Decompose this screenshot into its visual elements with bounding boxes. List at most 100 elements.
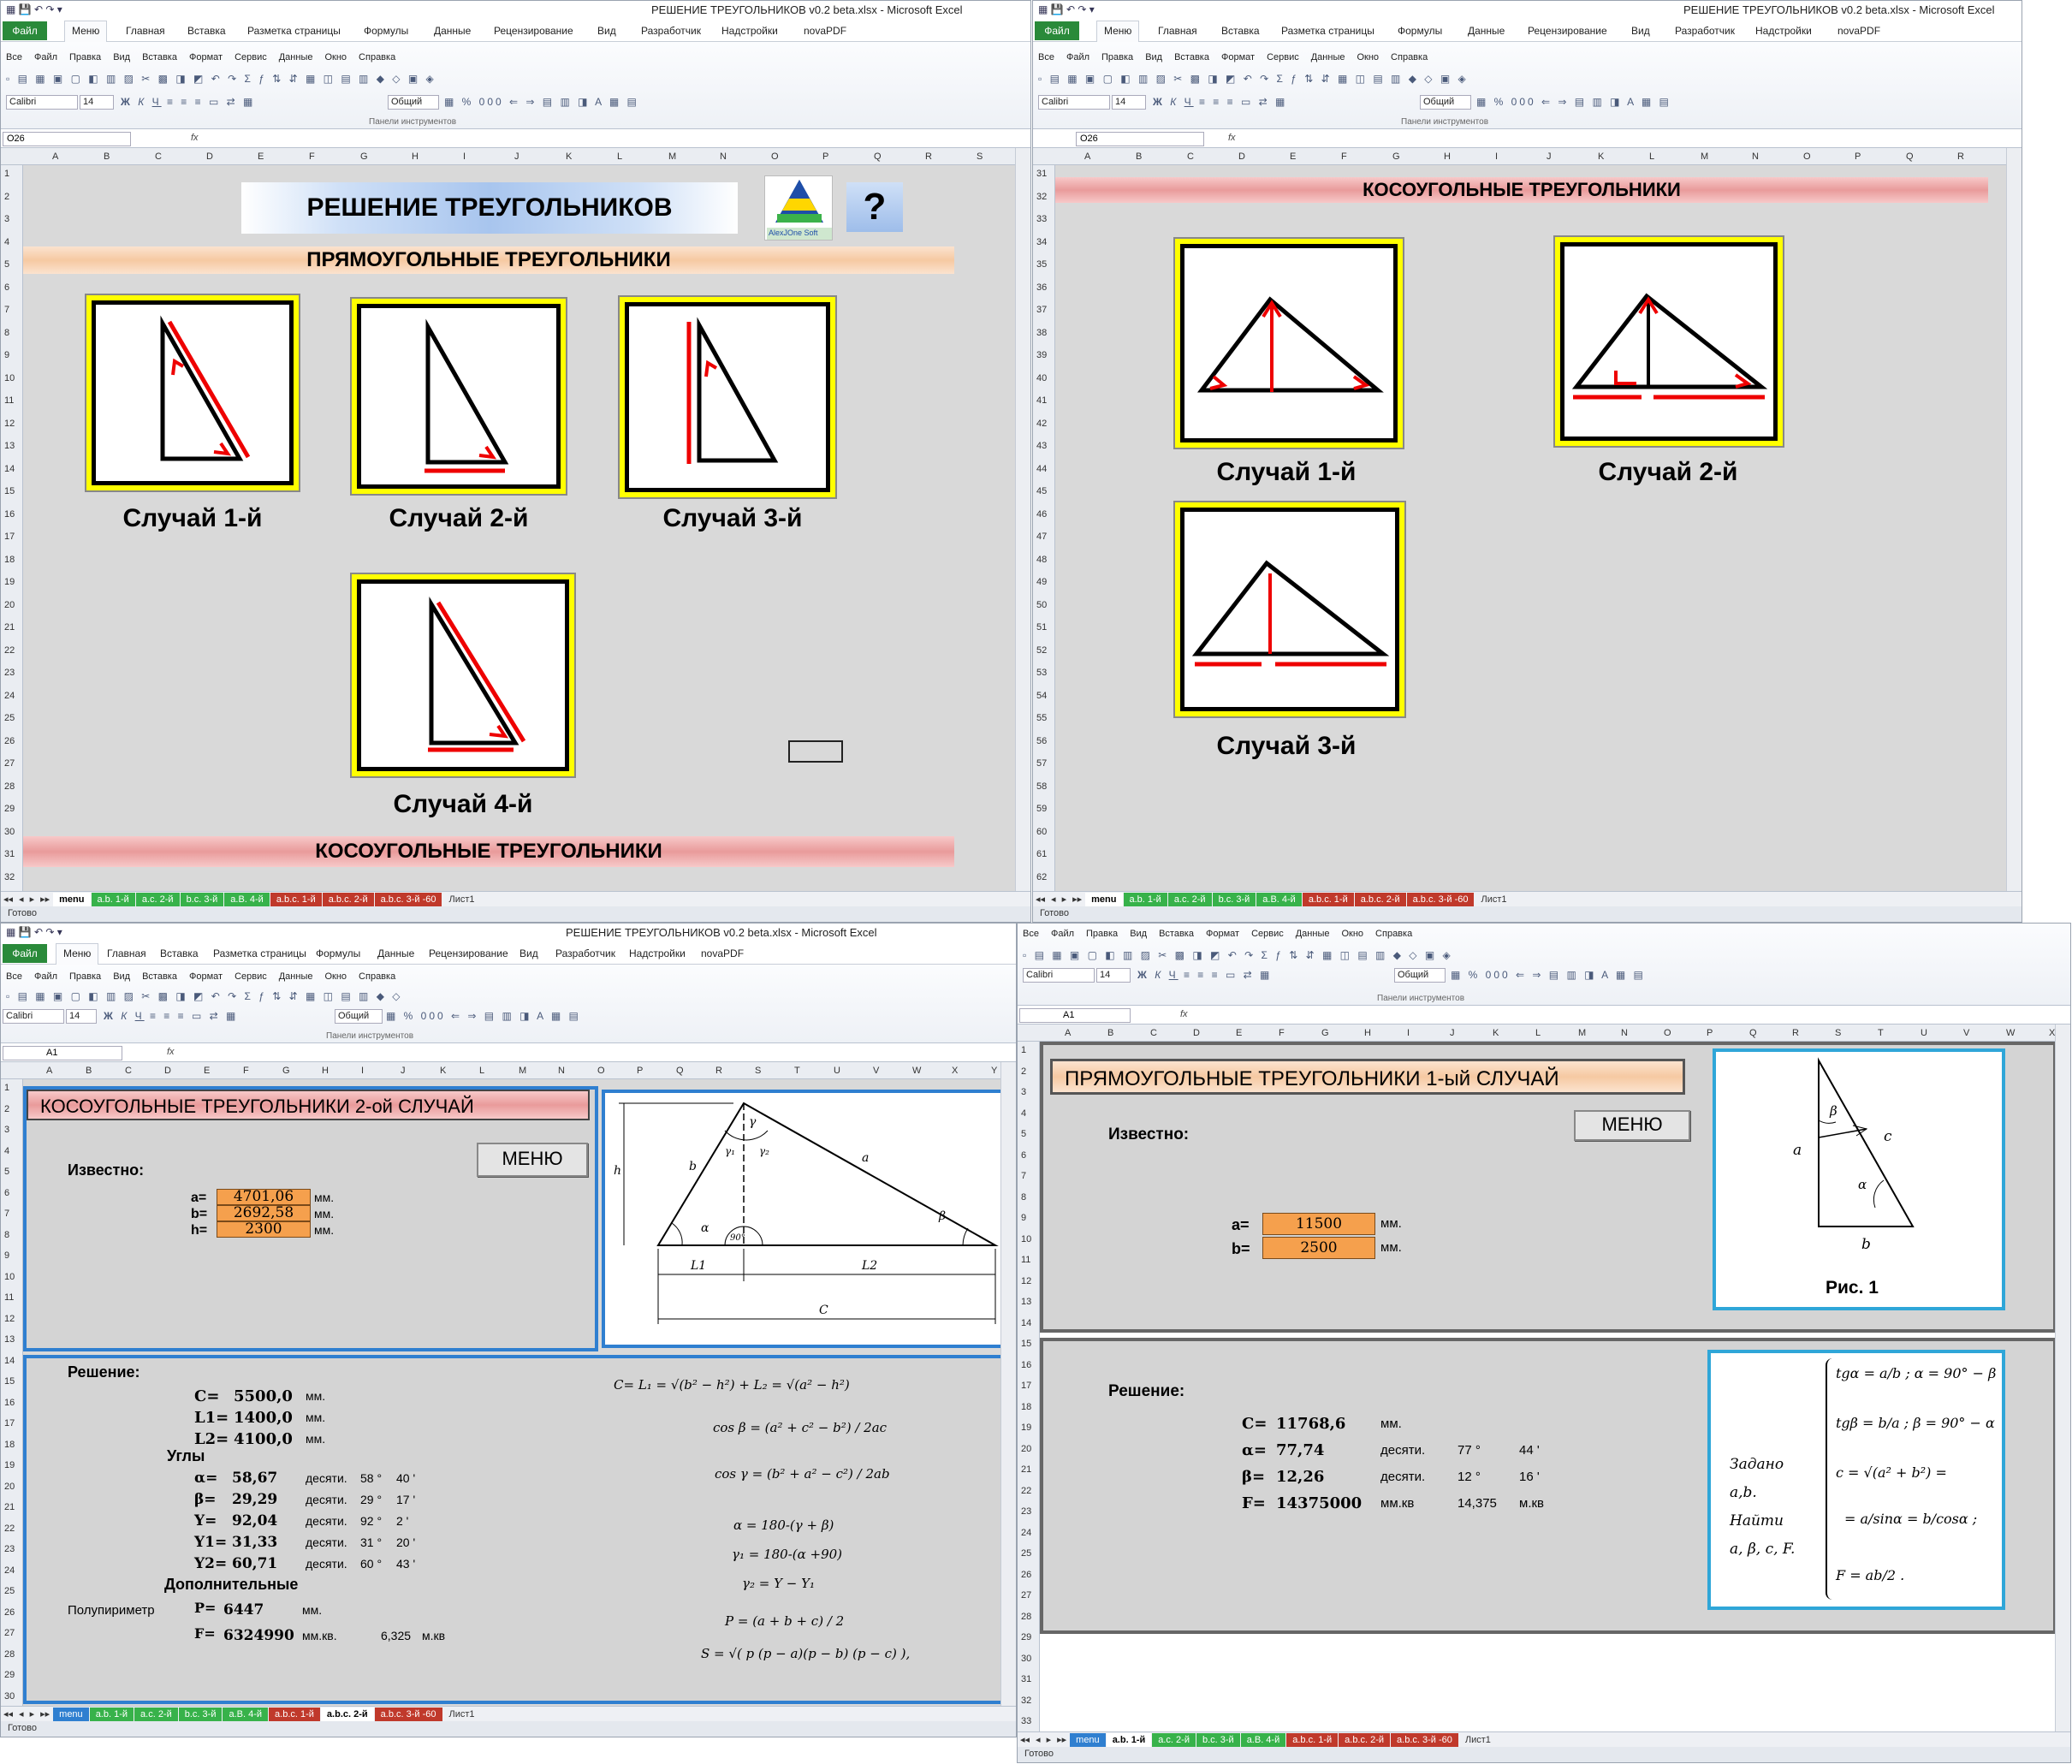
sheet-tab[interactable]: Лист1 — [442, 893, 480, 906]
row-header[interactable]: 42 — [1036, 419, 1047, 429]
row-header[interactable]: 13 — [4, 441, 15, 451]
column-header[interactable]: I — [463, 151, 466, 162]
standard-toolbar[interactable]: ▫ ▤ ▦ ▣ ▢ ◧ ▥ ▨ ✂ ▩ ◨ ◩ ↶ ↷ Σ ƒ ⇅ ⇵ ▦ ◫ … — [1023, 949, 1453, 961]
menu-insert[interactable]: Вставка — [1159, 929, 1194, 939]
column-header[interactable]: A — [1065, 1028, 1071, 1038]
input-field[interactable]: 2500 — [1262, 1237, 1375, 1259]
row-header[interactable]: 21 — [4, 622, 15, 633]
column-header[interactable]: J — [1450, 1028, 1455, 1038]
row-header[interactable]: 57 — [1036, 758, 1047, 769]
row-header[interactable]: 39 — [1036, 350, 1047, 360]
row-header[interactable]: 7 — [4, 1209, 9, 1219]
row-header[interactable]: 9 — [1021, 1213, 1026, 1223]
column-header[interactable]: M — [1701, 151, 1708, 162]
row-header[interactable]: 24 — [1021, 1528, 1031, 1538]
row-header[interactable]: 17 — [4, 1418, 15, 1428]
menu-view[interactable]: Вид — [1130, 929, 1147, 939]
sheet-tab[interactable]: a.b. 1-й — [1106, 1733, 1152, 1747]
help-button[interactable]: ? — [846, 182, 903, 232]
row-header[interactable]: 3 — [1021, 1087, 1026, 1097]
column-header[interactable]: M — [668, 151, 676, 162]
row-header[interactable]: 54 — [1036, 691, 1047, 701]
sheet-tab[interactable]: a.b.c. 1-й — [270, 893, 322, 906]
row-header[interactable]: 32 — [1021, 1696, 1031, 1706]
sheet-tab[interactable]: a.b.c. 1-й — [1286, 1733, 1339, 1747]
sheet-tab[interactable]: menu — [53, 893, 91, 906]
input-field[interactable]: 11500 — [1262, 1213, 1375, 1235]
row-header[interactable]: 16 — [1021, 1360, 1031, 1370]
standard-toolbar[interactable]: ▫ ▤ ▦ ▣ ▢ ◧ ▥ ▨ ✂ ▩ ◨ ◩ ↶ ↷ Σ ƒ ⇅ ⇵ ▦ ◫ … — [1038, 73, 1469, 85]
standard-toolbar[interactable]: ▫ ▤ ▦ ▣ ▢ ◧ ▥ ▨ ✂ ▩ ◨ ◩ ↶ ↷ Σ ƒ ⇅ ⇵ ▦ ◫ … — [6, 990, 403, 1002]
tab-nav-arrow[interactable]: ◂ — [16, 892, 27, 906]
tab-data[interactable]: Данные — [377, 947, 414, 959]
font-size-select[interactable]: 14 — [66, 1009, 97, 1024]
column-header[interactable]: L — [1649, 151, 1654, 162]
column-header[interactable]: E — [1236, 1028, 1242, 1038]
row-header[interactable]: 47 — [1036, 532, 1047, 542]
column-header[interactable]: J — [514, 151, 519, 162]
menu-window[interactable]: Окно — [324, 52, 347, 62]
row-header[interactable]: 18 — [4, 555, 15, 565]
oblique-case-1-button[interactable] — [1180, 244, 1398, 442]
font-size-select[interactable]: 14 — [1096, 968, 1131, 983]
menu-edit[interactable]: Правка — [1101, 52, 1133, 62]
menu-format[interactable]: Формат — [189, 971, 223, 982]
menu-help[interactable]: Справка — [1375, 929, 1412, 939]
menu-window[interactable]: Окно — [1357, 52, 1379, 62]
row-header[interactable]: 46 — [1036, 509, 1047, 520]
fx-icon[interactable]: fx — [167, 1047, 175, 1057]
menu-help[interactable]: Справка — [1391, 52, 1428, 62]
tab-nav-arrow[interactable]: ▸ — [27, 1707, 38, 1721]
tab-menu[interactable]: Меню — [64, 21, 108, 42]
row-header[interactable]: 29 — [1021, 1632, 1031, 1642]
sheet-tab[interactable]: b.c. 3-й — [178, 1708, 223, 1721]
row-header[interactable]: 50 — [1036, 600, 1047, 610]
row-header[interactable]: 59 — [1036, 804, 1047, 814]
row-header[interactable]: 12 — [1021, 1276, 1031, 1286]
row-header[interactable]: 60 — [1036, 827, 1047, 837]
column-header[interactable]: G — [282, 1066, 290, 1076]
vertical-scrollbar[interactable] — [2055, 1025, 2070, 1731]
sheet-tab[interactable]: a.B. 4-й — [1256, 893, 1302, 906]
font-name-select[interactable]: Calibri — [1038, 95, 1110, 110]
formatting-toolbar-2[interactable]: ▦ % 000 ⇐ ⇒ ▤ ▥ ◨ A ▦ ▤ — [444, 96, 639, 108]
row-header[interactable]: 27 — [1021, 1590, 1031, 1601]
input-field[interactable]: 2692,58 — [217, 1205, 311, 1221]
row-header[interactable]: 23 — [4, 668, 15, 678]
menu-button[interactable]: МЕНЮ — [1574, 1110, 1690, 1141]
tab-nav-arrow[interactable]: ◂ — [16, 1707, 27, 1721]
column-header[interactable]: S — [1835, 1028, 1841, 1038]
column-header[interactable]: O — [1803, 151, 1811, 162]
row-header[interactable]: 27 — [4, 758, 15, 769]
row-header[interactable]: 21 — [4, 1502, 15, 1512]
row-header[interactable]: 34 — [1036, 237, 1047, 247]
fx-icon[interactable]: fx — [1228, 133, 1236, 143]
tab-data[interactable]: Данные — [434, 25, 471, 37]
sheet-area[interactable]: ПРЯМОУГОЛЬНЫЕ ТРЕУГОЛЬНИКИ 1-ый СЛУЧАЙ М… — [1040, 1042, 2070, 1731]
sheet-tab[interactable]: b.c. 3-й — [1196, 1733, 1240, 1747]
row-header[interactable]: 56 — [1036, 736, 1047, 746]
tab-menu[interactable]: Меню — [56, 943, 99, 965]
font-name-select[interactable]: Calibri — [6, 95, 78, 110]
column-header[interactable]: C — [125, 1066, 132, 1076]
column-header[interactable]: J — [401, 1066, 406, 1076]
column-header[interactable]: E — [204, 1066, 210, 1076]
row-header[interactable]: 41 — [1036, 395, 1047, 406]
column-header[interactable]: N — [720, 151, 727, 162]
menu-insert[interactable]: Вставка — [142, 971, 177, 982]
column-header[interactable]: P — [822, 151, 828, 162]
sheet-tab[interactable]: a.b.c. 2-й — [1339, 1733, 1391, 1747]
row-header[interactable]: 49 — [1036, 577, 1047, 587]
row-header[interactable]: 11 — [4, 395, 14, 406]
menu-tools[interactable]: Сервис — [1251, 929, 1284, 939]
column-header[interactable]: H — [1444, 151, 1451, 162]
row-header[interactable]: 23 — [1021, 1506, 1031, 1517]
input-field[interactable]: 2300 — [217, 1221, 311, 1238]
tab-view[interactable]: Вид — [1631, 25, 1650, 37]
sheet-tab[interactable]: a.B. 4-й — [1240, 1733, 1286, 1747]
column-header[interactable]: K — [1598, 151, 1604, 162]
row-header[interactable]: 12 — [4, 1314, 15, 1324]
sheet-tab[interactable]: menu — [1085, 893, 1123, 906]
row-header[interactable]: 6 — [1021, 1150, 1026, 1161]
menu-view[interactable]: Вид — [113, 971, 130, 982]
